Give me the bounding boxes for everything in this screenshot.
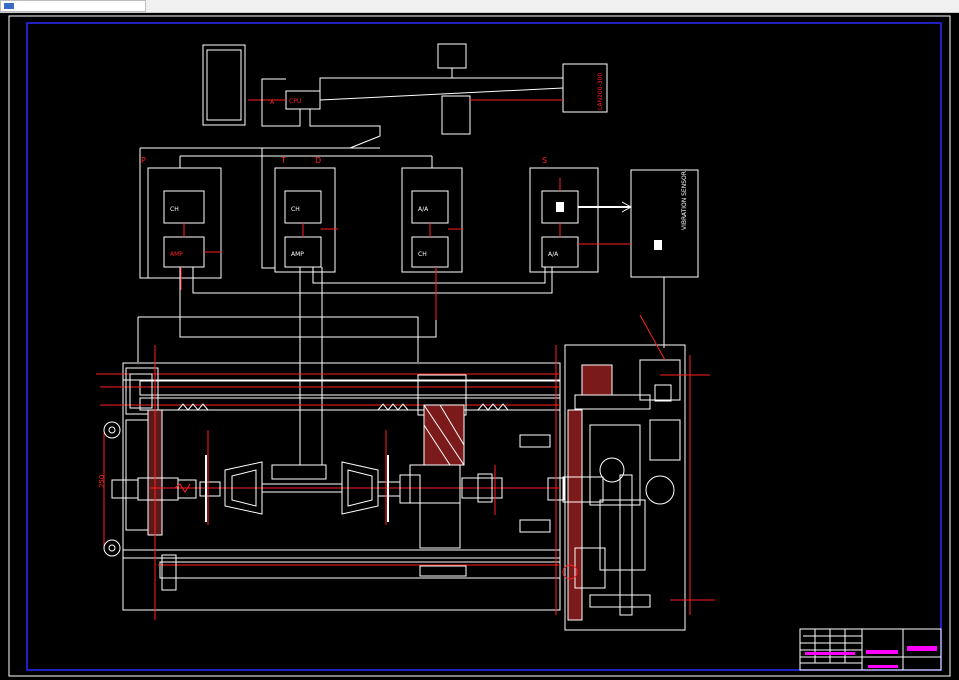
diagram-labels: P T D S CPU A LAN200-300 CH AMP CH AMP A… bbox=[98, 73, 688, 488]
document-icon bbox=[4, 3, 14, 9]
display-monitor-box bbox=[202, 44, 246, 126]
signal-arrows bbox=[180, 178, 561, 320]
sensor-indicator bbox=[654, 240, 662, 250]
module-4-indicator bbox=[556, 202, 564, 212]
module-3 bbox=[401, 167, 463, 273]
label-t: T bbox=[280, 156, 286, 165]
label-p: P bbox=[141, 156, 146, 165]
cad-drawing: P T D S CPU A LAN200-300 CH AMP CH AMP A… bbox=[8, 15, 951, 677]
module-2-top-label: CH bbox=[291, 206, 300, 213]
module-4-bottom-label: A/A bbox=[548, 251, 559, 258]
document-tab[interactable] bbox=[0, 0, 146, 12]
title-block-row bbox=[805, 652, 855, 655]
machine-assembly bbox=[96, 314, 715, 631]
drawing-title-mark bbox=[907, 646, 937, 651]
module-3-top-label: A/A bbox=[418, 206, 429, 213]
label-s: S bbox=[542, 156, 547, 165]
display-monitor-screen bbox=[206, 49, 242, 121]
sub-text-mark bbox=[868, 665, 898, 668]
printer-box bbox=[441, 95, 471, 135]
module-1-top-label: CH bbox=[170, 206, 179, 213]
module-1-bottom-label: AMP bbox=[170, 251, 183, 258]
module-4 bbox=[529, 167, 599, 273]
cpu-box-label: CPU bbox=[289, 98, 301, 105]
lan-box-label: LAN200-300 bbox=[597, 73, 604, 110]
module-2 bbox=[274, 167, 336, 273]
dim-vertical-label: 250 bbox=[98, 475, 106, 488]
inner-border bbox=[26, 22, 942, 671]
module-2-bottom-label: AMP bbox=[291, 251, 304, 258]
module-3-bottom-label: CH bbox=[418, 251, 427, 258]
label-d: D bbox=[315, 156, 321, 165]
title-block-mark bbox=[866, 650, 898, 654]
outer-border bbox=[8, 15, 951, 677]
top-small-box bbox=[437, 43, 467, 69]
sensor-box-label: VIBRATION SENSOR bbox=[681, 171, 688, 230]
